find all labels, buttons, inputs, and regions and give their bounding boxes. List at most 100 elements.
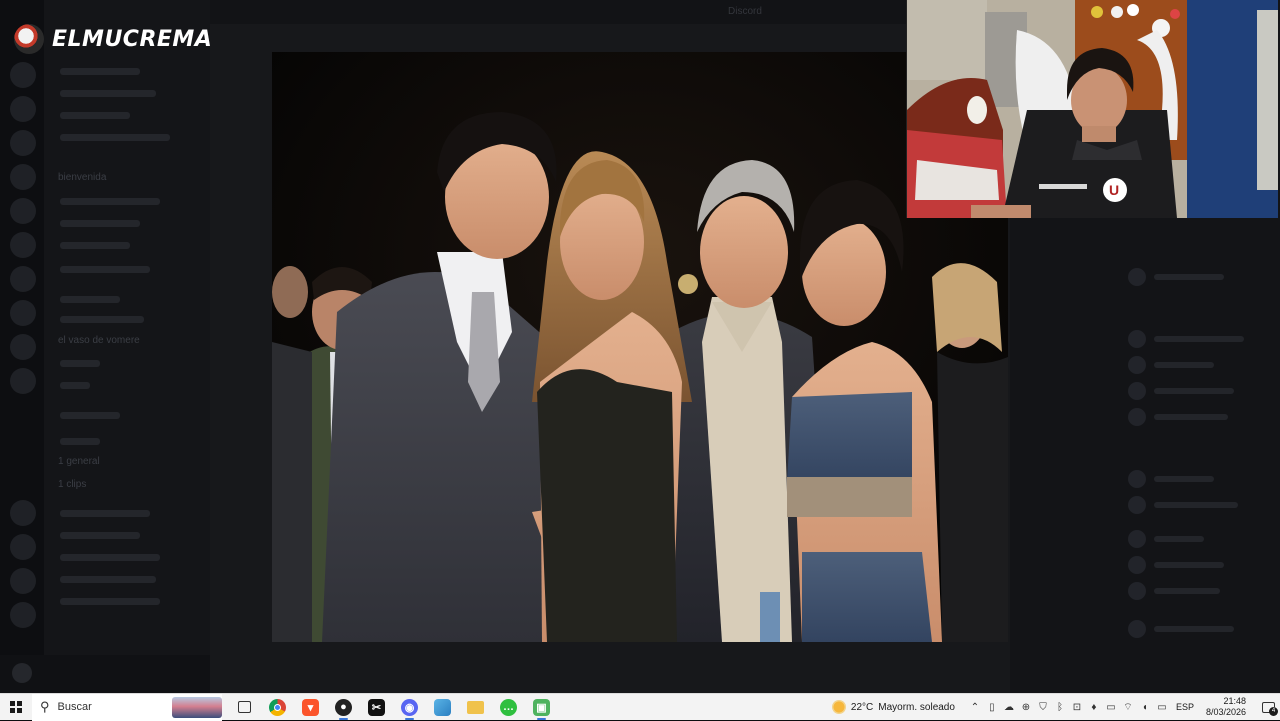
cloud-icon[interactable]: ☁: [1003, 702, 1015, 713]
channel-item[interactable]: [60, 576, 156, 583]
member-item[interactable]: [1128, 330, 1244, 348]
server-icon[interactable]: [10, 334, 36, 360]
server-icon[interactable]: [10, 198, 36, 224]
channel-item[interactable]: [60, 316, 144, 323]
server-icon[interactable]: [10, 232, 36, 258]
discord-icon: ◉: [401, 698, 418, 716]
member-item[interactable]: [1128, 582, 1220, 600]
server-icon[interactable]: [10, 266, 36, 292]
member-item[interactable]: [1128, 470, 1214, 488]
channel-item[interactable]: [60, 266, 150, 273]
member-item[interactable]: [1128, 268, 1224, 286]
game-icon: ▣: [533, 698, 550, 716]
chat-icon: …: [500, 698, 517, 716]
channel-item[interactable]: [60, 510, 150, 517]
clock-time: 21:48: [1223, 696, 1246, 706]
channel-item[interactable]: [60, 532, 140, 539]
language-indicator[interactable]: ESP: [1176, 702, 1194, 712]
bluetooth-icon[interactable]: ᛒ: [1054, 702, 1066, 713]
search-icon: ⚲: [40, 699, 50, 714]
member-item[interactable]: [1128, 496, 1238, 514]
channel-category[interactable]: 1 clips: [58, 479, 86, 490]
taskbar-app-chrome[interactable]: [261, 694, 294, 721]
clock[interactable]: 21:48 8/03/2026: [1206, 696, 1246, 718]
avatar[interactable]: [12, 663, 32, 683]
taskbar-app-files[interactable]: [426, 694, 459, 721]
webcam-image: U: [907, 0, 1278, 218]
taskbar-app-explorer[interactable]: [459, 694, 492, 721]
taskbar-search[interactable]: ⚲: [32, 693, 222, 721]
channel-item[interactable]: [60, 412, 120, 419]
server-icon[interactable]: [10, 368, 36, 394]
start-button[interactable]: [0, 694, 32, 721]
obs-icon: ●: [335, 698, 352, 716]
clock-date: 8/03/2026: [1205, 707, 1246, 717]
user-panel: [0, 655, 210, 693]
taskbar-app-game[interactable]: ▣: [525, 694, 558, 721]
server-icon[interactable]: [10, 300, 36, 326]
server-icon[interactable]: [10, 534, 36, 560]
channel-item[interactable]: [60, 296, 120, 303]
logo-icon: [14, 24, 44, 54]
channel-item[interactable]: [60, 112, 130, 119]
taskbar-app-line[interactable]: …: [492, 694, 525, 721]
channel-category[interactable]: el vaso de vomere: [58, 335, 140, 346]
channel-item[interactable]: [60, 220, 140, 227]
wifi-icon[interactable]: ⌔: [1122, 701, 1134, 714]
webcam-overlay: U: [906, 0, 1278, 218]
channel-item[interactable]: [60, 90, 156, 97]
server-icon[interactable]: [10, 96, 36, 122]
taskbar-app-discord[interactable]: ◉: [393, 694, 426, 721]
search-input[interactable]: [57, 701, 168, 713]
security-icon[interactable]: ⛉: [1037, 702, 1049, 713]
channel-item[interactable]: [60, 554, 160, 561]
brave-icon: ▾: [302, 698, 319, 716]
channel-item[interactable]: [60, 360, 100, 367]
member-item[interactable]: [1128, 356, 1214, 374]
member-item[interactable]: [1128, 530, 1204, 548]
screen: bienvenida el vaso de vomere 1 general 1…: [0, 0, 1280, 693]
channel-item[interactable]: [60, 382, 90, 389]
member-item[interactable]: [1128, 620, 1234, 638]
server-icon[interactable]: [10, 164, 36, 190]
channel-item[interactable]: [60, 68, 140, 75]
channel-category[interactable]: bienvenida: [58, 172, 106, 183]
notification-count: 4: [1269, 706, 1278, 716]
channel-logo: ELMUCREMA: [14, 24, 212, 54]
channel-item[interactable]: [60, 134, 170, 141]
member-item[interactable]: [1128, 556, 1224, 574]
taskbar-app-obs[interactable]: ●: [327, 694, 360, 721]
logo-text: ELMUCREMA: [52, 26, 213, 52]
app-tray-icon[interactable]: ⊡: [1071, 702, 1083, 713]
channel-item[interactable]: [60, 242, 130, 249]
notification-center-button[interactable]: 4: [1256, 694, 1280, 721]
channel-item[interactable]: [60, 438, 100, 445]
taskbar-app-capcut[interactable]: ✂: [360, 694, 393, 721]
channel-list: bienvenida el vaso de vomere 1 general 1…: [44, 0, 210, 693]
usb-icon[interactable]: ▯: [986, 702, 998, 713]
explore-icon[interactable]: [10, 602, 36, 628]
member-item[interactable]: [1128, 382, 1234, 400]
channel-item[interactable]: [60, 598, 160, 605]
search-highlight-image[interactable]: [172, 696, 222, 718]
network-icon[interactable]: ⊕: [1020, 702, 1032, 713]
weather-temp: 22°C: [850, 701, 874, 713]
battery-icon[interactable]: ▭: [1156, 702, 1168, 713]
taskbar-app-brave[interactable]: ▾: [294, 694, 327, 721]
server-icon[interactable]: [10, 62, 36, 88]
system-tray: 22°C Mayorm. soleado ⌃ ▯ ☁ ⊕ ⛉ ᛒ ⊡ ♦ ▭ ⌔…: [831, 694, 1280, 721]
taskbar: ⚲ ▾ ● ✂ ◉ … ▣: [0, 693, 1280, 721]
server-icon[interactable]: [10, 500, 36, 526]
weather-widget[interactable]: 22°C Mayorm. soleado: [831, 700, 955, 714]
volume-icon[interactable]: ◖: [1139, 702, 1151, 713]
channel-item[interactable]: [60, 198, 160, 205]
tray-icons: ⌃ ▯ ☁ ⊕ ⛉ ᛒ ⊡ ♦ ▭ ⌔ ◖ ▭: [969, 701, 1168, 714]
microphone-icon[interactable]: ♦: [1088, 702, 1100, 713]
taskbar-app-task-view[interactable]: [228, 694, 261, 721]
channel-category[interactable]: 1 general: [58, 456, 100, 467]
add-server-icon[interactable]: [10, 568, 36, 594]
chevron-up-icon[interactable]: ⌃: [969, 702, 981, 713]
server-icon[interactable]: [10, 130, 36, 156]
member-item[interactable]: [1128, 408, 1228, 426]
display-icon[interactable]: ▭: [1105, 702, 1117, 713]
